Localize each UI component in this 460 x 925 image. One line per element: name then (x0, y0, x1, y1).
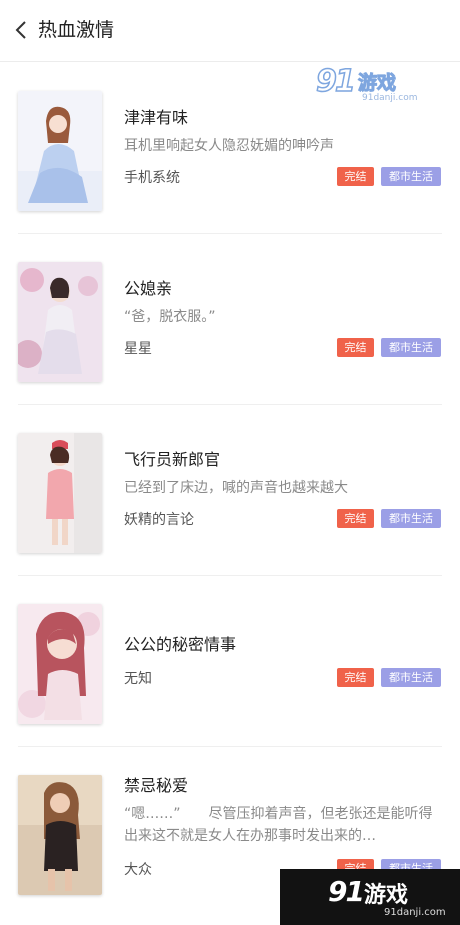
book-cover[interactable] (18, 604, 102, 724)
book-author: 手机系统 (124, 170, 180, 186)
genre-badge: 都市生活 (381, 167, 441, 186)
book-author: 大众 (124, 862, 152, 878)
page-title: 热血激情 (38, 19, 115, 41)
genre-badge: 都市生活 (381, 338, 441, 357)
book-title[interactable]: 禁忌秘爱 (124, 775, 188, 797)
book-cover[interactable] (18, 433, 102, 553)
status-badge: 完结 (337, 338, 374, 357)
book-description: 耳机里响起女人隐忍妩媚的呻吟声 (124, 138, 334, 154)
watermark-url: 91danji.com (384, 907, 446, 918)
watermark-text: 游戏 (364, 883, 409, 908)
book-title[interactable]: 公媳亲 (124, 278, 172, 300)
status-badge: 完结 (337, 509, 374, 528)
watermark-number: 91 (328, 875, 365, 908)
genre-badge: 都市生活 (381, 668, 441, 687)
book-item[interactable]: 公媳亲 “爸，脱衣服。” 星星 完结 都市生活 (0, 234, 460, 405)
status-badge: 完结 (337, 167, 374, 186)
book-cover[interactable] (18, 262, 102, 382)
book-description: “爸，脱衣服。” (124, 309, 216, 325)
chevron-left-icon[interactable] (10, 16, 34, 44)
watermark-banner: 91 游戏 91danji.com (280, 869, 460, 925)
book-cover[interactable] (18, 775, 102, 895)
book-author: 星星 (124, 341, 152, 357)
book-title[interactable]: 飞行员新郎官 (124, 449, 220, 471)
book-item[interactable]: 津津有味 耳机里响起女人隐忍妩媚的呻吟声 手机系统 完结 都市生活 (0, 63, 460, 234)
book-cover[interactable] (18, 91, 102, 211)
genre-badge: 都市生活 (381, 509, 441, 528)
book-description: 已经到了床边，喊的声音也越来越大 (124, 480, 348, 496)
book-item[interactable]: 飞行员新郎官 已经到了床边，喊的声音也越来越大 妖精的言论 完结 都市生活 (0, 405, 460, 576)
book-description: “嗯……” 尽管压抑着声音，但老张还是能听得出来这不就是女人在办那事时发出来的… (124, 806, 433, 844)
top-bar: 热血激情 (0, 0, 460, 62)
book-title[interactable]: 津津有味 (124, 107, 188, 129)
book-author: 无知 (124, 671, 152, 687)
book-author: 妖精的言论 (124, 512, 194, 528)
book-title[interactable]: 公公的秘密情事 (124, 634, 236, 656)
status-badge: 完结 (337, 668, 374, 687)
book-item[interactable]: 公公的秘密情事 无知 完结 都市生活 (0, 576, 460, 747)
